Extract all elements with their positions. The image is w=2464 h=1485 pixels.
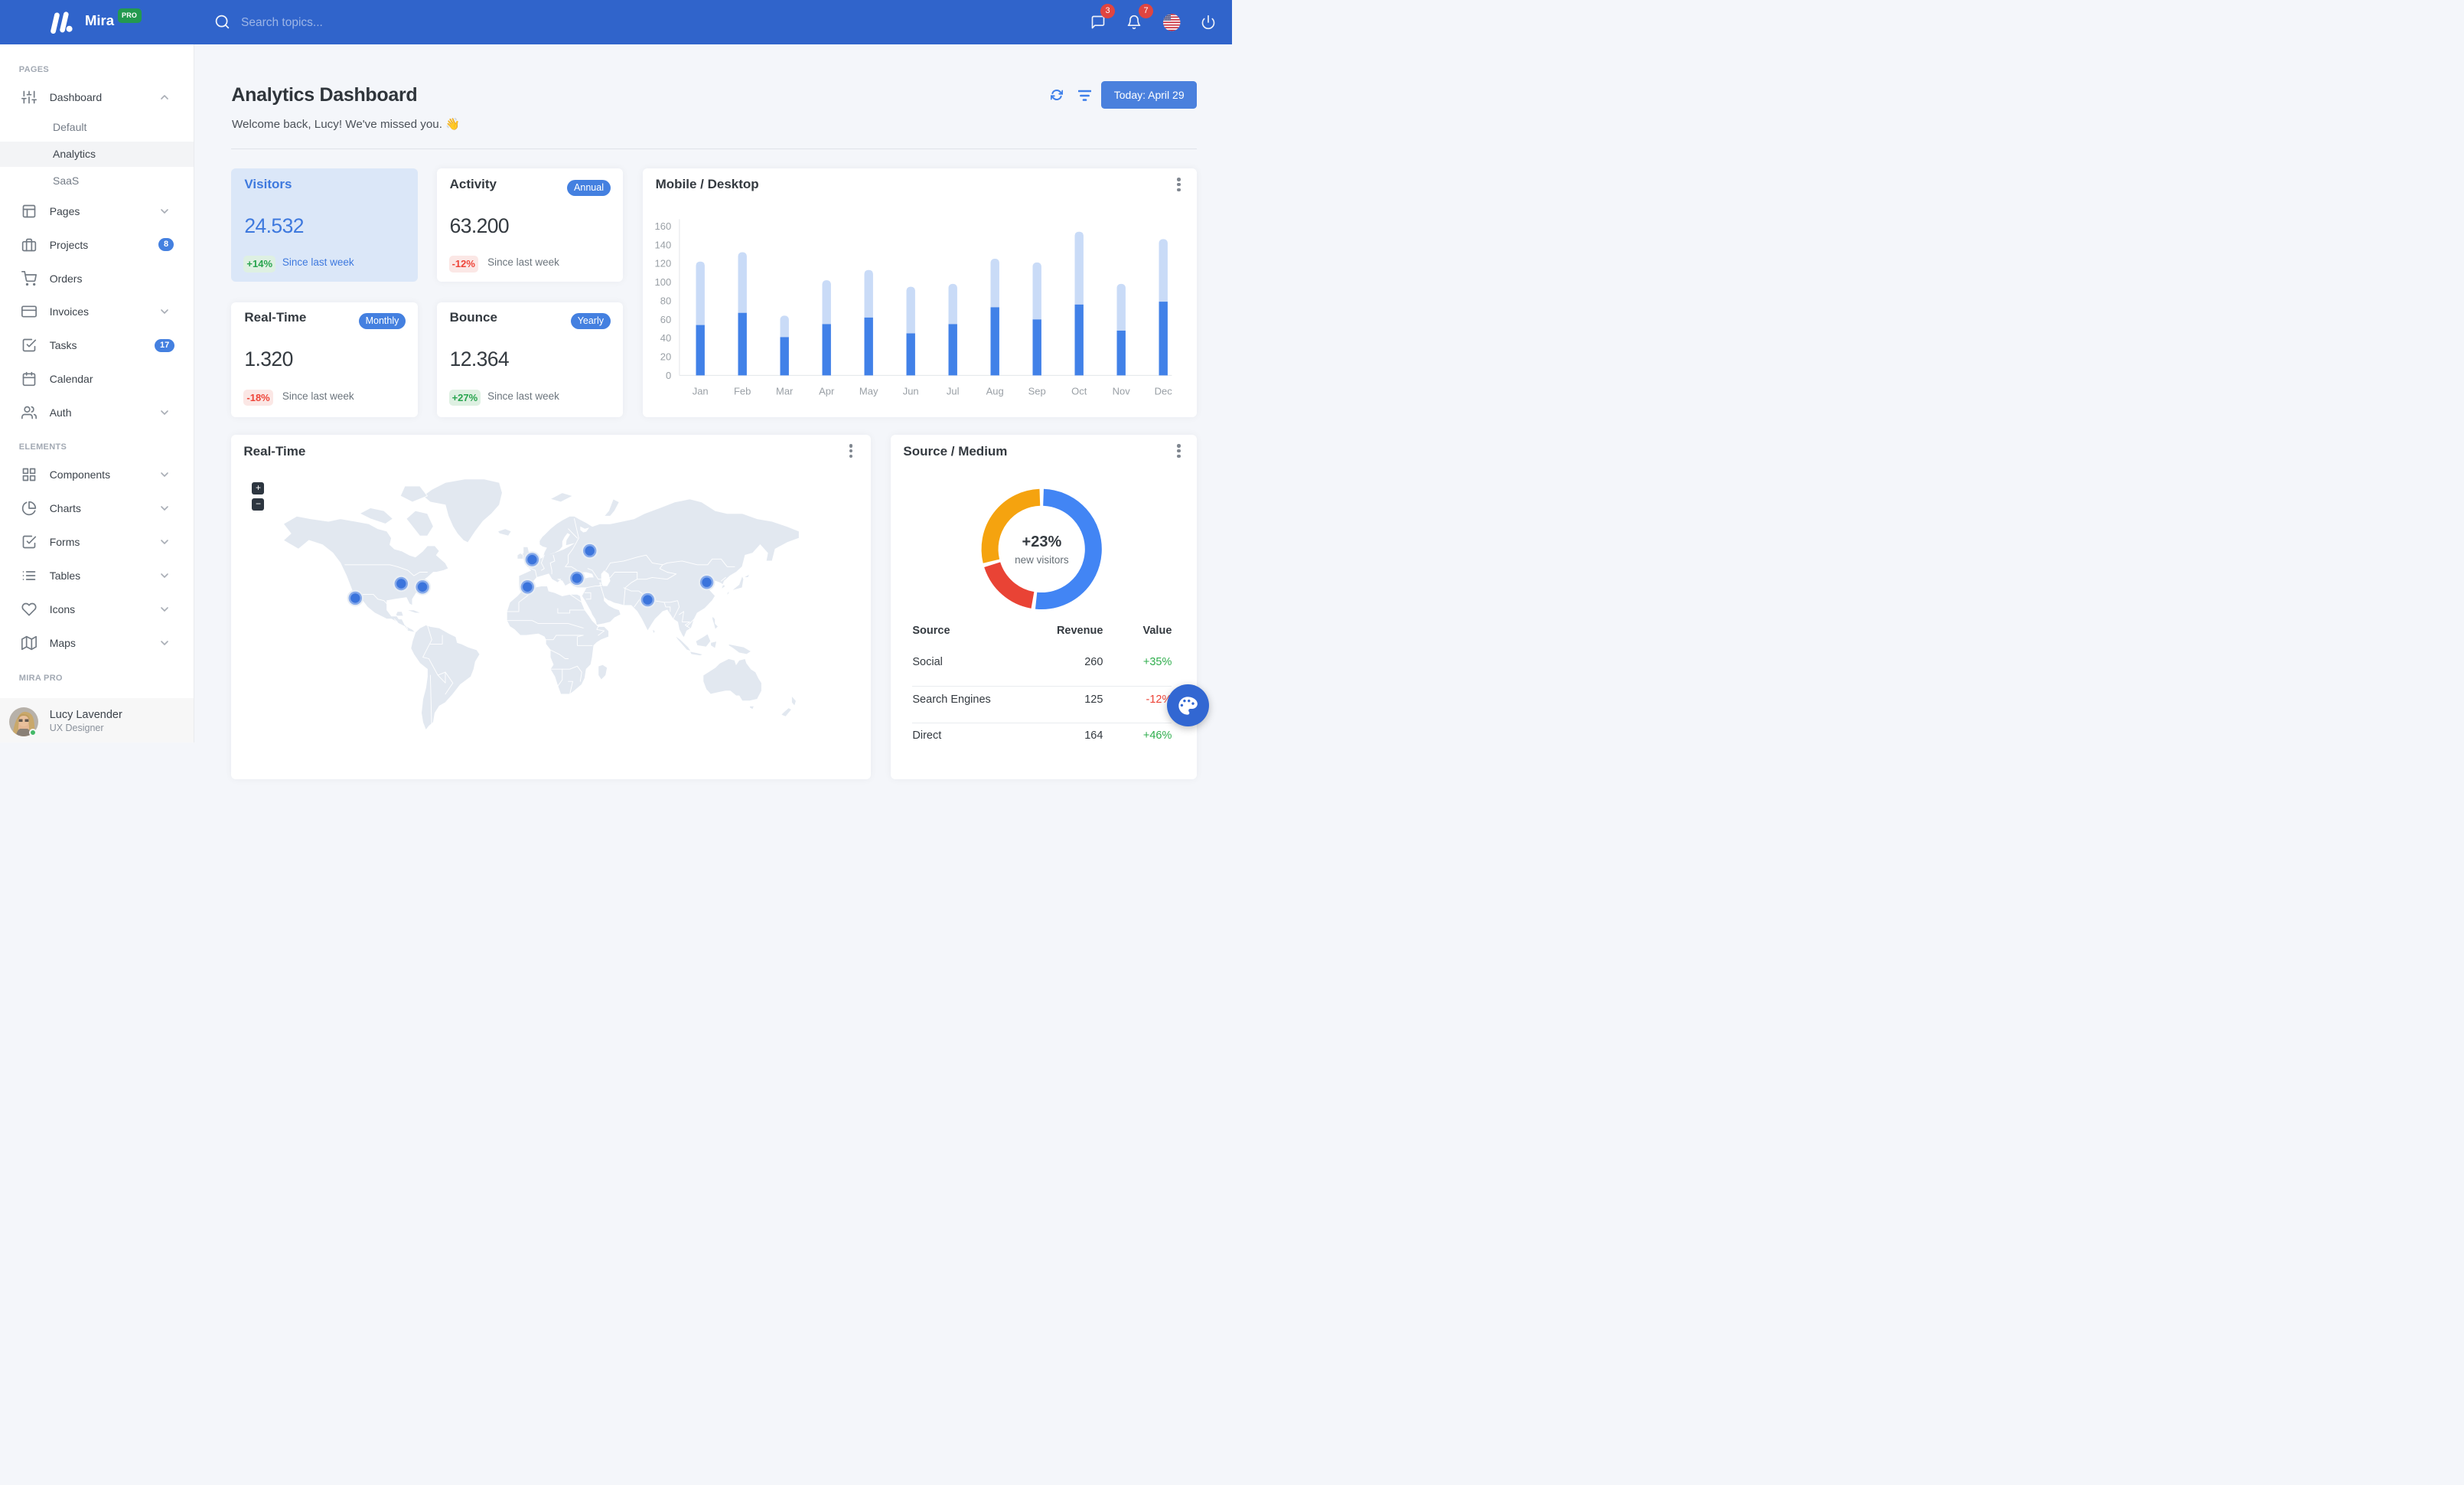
svg-text:160: 160 — [654, 220, 671, 232]
svg-text:40: 40 — [660, 332, 670, 344]
svg-text:Jun: Jun — [902, 385, 918, 397]
svg-text:140: 140 — [654, 239, 671, 250]
svg-text:Sep: Sep — [1028, 385, 1045, 397]
svg-text:Oct: Oct — [1071, 385, 1087, 397]
svg-text:120: 120 — [654, 258, 671, 269]
svg-text:Apr: Apr — [819, 385, 835, 397]
svg-text:Jan: Jan — [692, 385, 708, 397]
svg-text:Mar: Mar — [776, 385, 794, 397]
svg-text:0: 0 — [666, 370, 671, 381]
svg-text:60: 60 — [660, 314, 670, 325]
svg-text:Jul: Jul — [946, 385, 959, 397]
svg-text:100: 100 — [654, 276, 671, 288]
svg-text:Feb: Feb — [734, 385, 751, 397]
svg-text:20: 20 — [660, 351, 670, 363]
svg-text:Dec: Dec — [1154, 385, 1172, 397]
svg-text:Aug: Aug — [986, 385, 1003, 397]
svg-text:Nov: Nov — [1112, 385, 1130, 397]
svg-text:80: 80 — [660, 295, 670, 306]
svg-text:May: May — [859, 385, 878, 397]
